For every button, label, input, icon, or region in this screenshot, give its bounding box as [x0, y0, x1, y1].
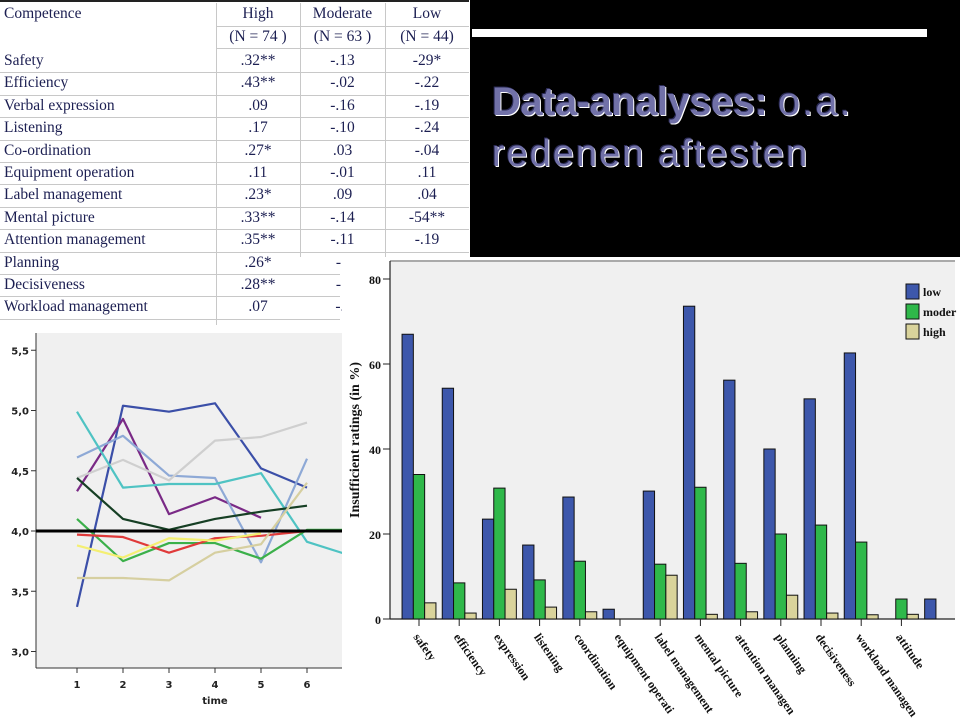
bar-moder — [493, 487, 506, 620]
bar-low — [843, 352, 857, 620]
line-x-tick-label: 3 — [166, 680, 173, 691]
bar-moder — [774, 533, 787, 620]
bar-high — [906, 613, 919, 620]
line-y-tick-label: 5,5 — [11, 346, 29, 357]
legend-swatch-high — [905, 323, 920, 340]
bar-moder — [694, 486, 707, 620]
bar-high — [866, 614, 879, 620]
line-plot-area — [36, 333, 342, 668]
legend-label-high: high — [923, 325, 946, 339]
bar-moder — [814, 524, 828, 620]
line-x-axis-title: time — [202, 696, 228, 707]
bar-y-tick-label: 60 — [369, 358, 381, 372]
bar-low — [642, 490, 656, 620]
line-x-tick-label: 1 — [74, 680, 81, 691]
bar-low — [441, 387, 455, 620]
bar-moder — [855, 541, 868, 620]
bar-high — [424, 602, 437, 620]
bar-y-tick-label: 20 — [369, 528, 381, 542]
legend-label-moder: moder — [923, 305, 957, 319]
line-y-tick-label: 4,5 — [11, 467, 29, 478]
bar-moder — [734, 562, 747, 620]
bar-high — [665, 574, 678, 620]
bar-low — [562, 496, 575, 620]
bar-high — [464, 612, 477, 620]
legend-swatch-moder — [905, 303, 920, 320]
bar-low — [522, 544, 535, 620]
bar-low — [763, 448, 776, 620]
bar-moder — [573, 560, 586, 620]
bar-plot-area — [390, 261, 955, 619]
bar-y-tick-label: 0 — [375, 613, 381, 627]
charts-layer: 3,0 3,5 4,0 4,5 5,0 5,5 1 2 3 4 5 6 time 0 20 40 60 80 Ins… — [11, 257, 960, 720]
bar-high — [504, 588, 517, 620]
bar-low — [682, 305, 696, 620]
bar-high — [826, 612, 839, 620]
bar-high — [745, 611, 759, 620]
line-x-tick-label: 4 — [212, 680, 219, 691]
bar-moder — [654, 563, 667, 620]
bar-y-tick-label: 40 — [369, 443, 381, 457]
bar-low — [602, 608, 615, 620]
bar-high — [705, 613, 718, 620]
line-y-tick-label: 5,0 — [11, 407, 29, 418]
line-y-tick-label: 4,0 — [11, 527, 29, 538]
bar-moder — [533, 579, 546, 620]
bar-low — [401, 333, 414, 620]
legend-swatch-low — [905, 283, 920, 300]
bar-moder — [412, 474, 426, 620]
bar-y-tick-label: 80 — [369, 273, 381, 287]
bar-y-axis-title: Insufficient ratings (in %) — [348, 362, 363, 518]
bar-low — [803, 398, 816, 620]
line-x-tick-label: 5 — [258, 680, 265, 691]
bar-moder — [895, 598, 908, 620]
line-x-tick-label: 6 — [304, 680, 311, 691]
line-x-tick-label: 2 — [120, 680, 127, 691]
bar-low — [723, 379, 736, 620]
bar-moder — [453, 582, 466, 620]
line-y-tick-label: 3,5 — [11, 587, 29, 598]
legend-label-low: low — [923, 285, 941, 299]
line-y-tick-label: 3,0 — [11, 648, 29, 659]
bar-high — [785, 594, 799, 620]
bar-high — [584, 611, 598, 620]
bar-low — [481, 518, 495, 620]
bar-high — [544, 606, 558, 620]
bar-low — [924, 598, 937, 620]
